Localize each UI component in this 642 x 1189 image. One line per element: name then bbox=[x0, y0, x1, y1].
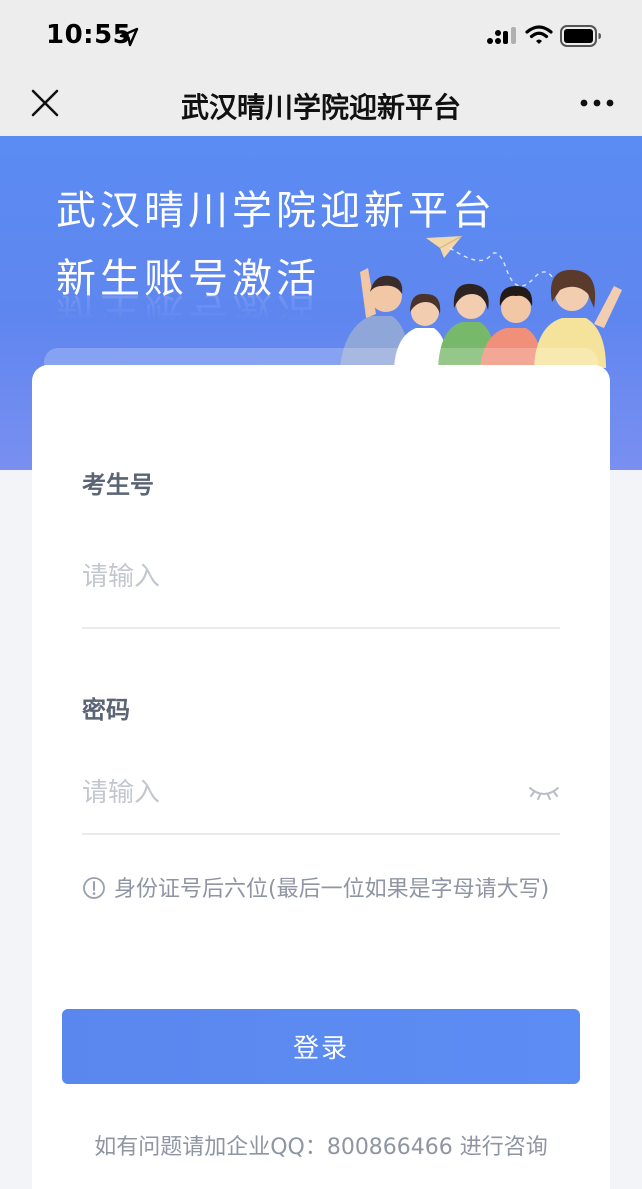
exam-number-underline bbox=[82, 627, 560, 629]
more-icon[interactable] bbox=[578, 90, 616, 116]
cellular-signal-icon bbox=[487, 27, 516, 44]
login-card: 考生号 密码 身份证号后六位(最后一位如果是字母请大写) 登录 如有问题请加企业… bbox=[32, 365, 610, 1189]
password-underline bbox=[82, 833, 560, 835]
page: 10:55 武汉晴川学院迎新平台 武汉晴川学院迎新平台 新生账号激活 新生账号激… bbox=[0, 0, 642, 1189]
nav-title: 武汉晴川学院迎新平台 bbox=[180, 91, 461, 124]
exam-number-label: 考生号 bbox=[82, 471, 154, 499]
status-bar: 10:55 bbox=[0, 0, 642, 70]
contact-text: 如有问题请加企业QQ：800866466 进行咨询 bbox=[94, 1135, 548, 1160]
students-illustration bbox=[340, 247, 622, 368]
battery-icon bbox=[560, 25, 601, 47]
location-arrow-icon bbox=[119, 27, 139, 47]
login-button[interactable]: 登录 bbox=[62, 1009, 580, 1084]
eye-closed-icon[interactable] bbox=[528, 784, 560, 802]
password-label: 密码 bbox=[82, 696, 130, 724]
banner-subtitle-reflection: 新生账号激活 bbox=[56, 288, 320, 334]
wifi-icon bbox=[525, 25, 553, 44]
exam-number-input[interactable] bbox=[82, 547, 558, 607]
password-input[interactable] bbox=[82, 763, 512, 823]
password-hint: 身份证号后六位(最后一位如果是字母请大写) bbox=[114, 877, 550, 902]
